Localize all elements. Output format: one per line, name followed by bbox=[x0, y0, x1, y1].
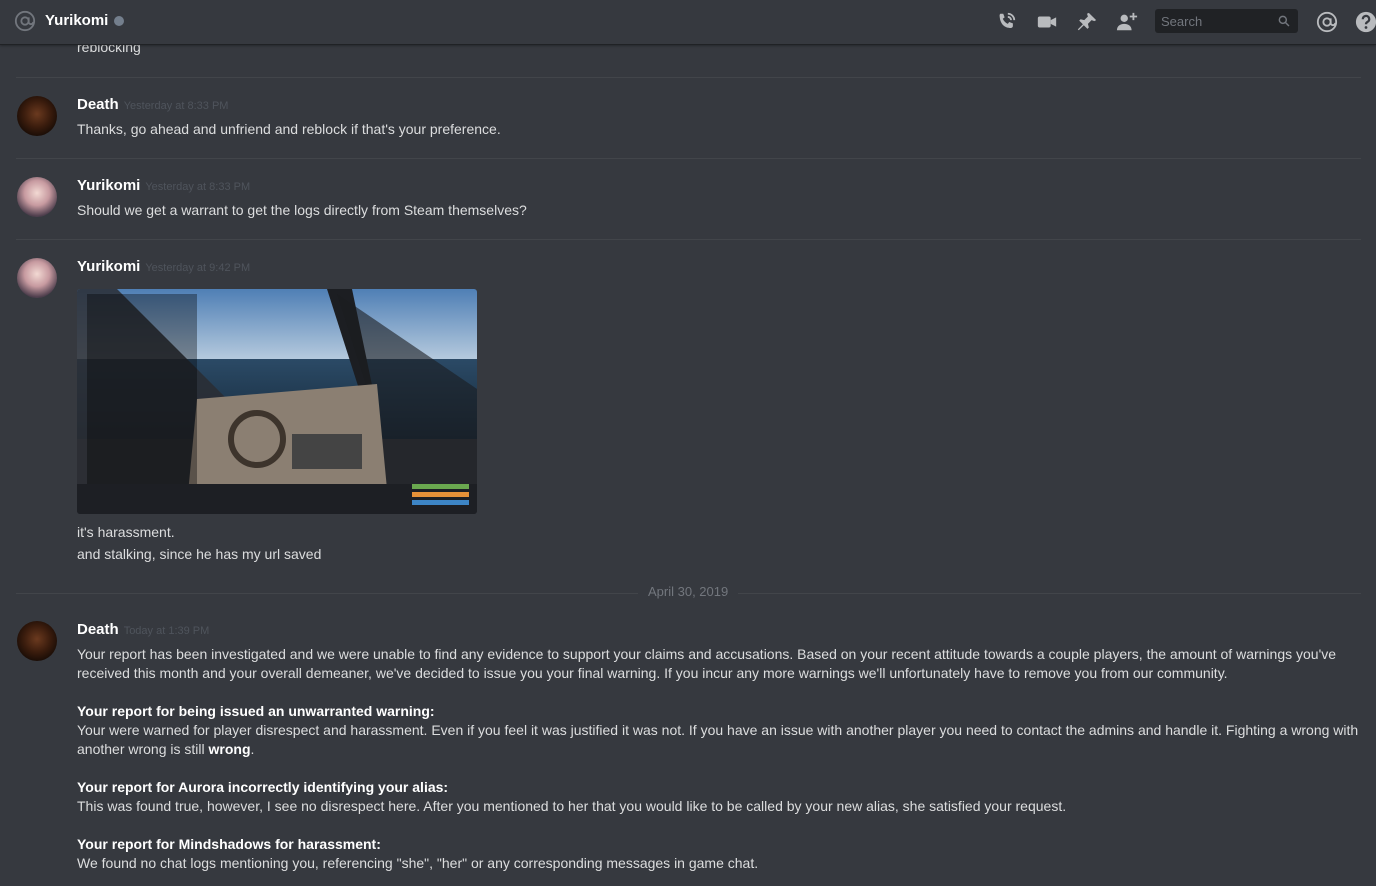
image-attachment[interactable] bbox=[77, 289, 477, 514]
message-divider bbox=[16, 239, 1361, 240]
message-content: Your report has been investigated and we… bbox=[77, 646, 1337, 681]
mentions-icon[interactable] bbox=[1316, 11, 1338, 33]
message-divider bbox=[16, 158, 1361, 159]
timestamp: Yesterday at 8:33 PM bbox=[145, 181, 251, 193]
message-divider bbox=[16, 77, 1361, 78]
timestamp: Yesterday at 8:33 PM bbox=[123, 100, 229, 112]
timestamp: Today at 1:39 PM bbox=[123, 625, 210, 637]
message-section: Your report for Aurora incorrectly ident… bbox=[77, 778, 1367, 816]
channel-header: Yurikomi bbox=[0, 0, 1376, 45]
message-header: Yurikomi Yesterday at 9:42 PM bbox=[77, 258, 250, 278]
section-heading: Your report for being issued an unwarran… bbox=[77, 703, 435, 719]
message-header: Death Yesterday at 8:33 PM bbox=[77, 96, 228, 116]
section-heading: Your report for Aurora incorrectly ident… bbox=[77, 779, 449, 795]
message-content: reblocking bbox=[77, 45, 141, 55]
video-camera-icon[interactable] bbox=[1036, 11, 1058, 33]
avatar[interactable] bbox=[17, 258, 57, 298]
pin-icon[interactable] bbox=[1076, 11, 1098, 33]
status-indicator bbox=[114, 16, 124, 26]
section-body: We found no chat logs mentioning you, re… bbox=[77, 855, 759, 871]
username[interactable]: Death bbox=[77, 96, 119, 113]
at-sign-icon bbox=[14, 10, 36, 32]
message-content: Thanks, go ahead and unfriend and rebloc… bbox=[77, 121, 501, 137]
search-input[interactable] bbox=[1155, 9, 1265, 33]
emphasis-text: wrong bbox=[208, 741, 251, 757]
username[interactable]: Yurikomi bbox=[77, 177, 140, 194]
avatar[interactable] bbox=[17, 96, 57, 136]
avatar[interactable] bbox=[17, 621, 57, 661]
message-header: Yurikomi Yesterday at 8:33 PM bbox=[77, 177, 250, 197]
username[interactable]: Yurikomi bbox=[77, 258, 140, 275]
message-content: and stalking, since he has my url saved bbox=[77, 546, 322, 562]
avatar[interactable] bbox=[17, 177, 57, 217]
section-tail: . bbox=[250, 741, 255, 757]
magnifier-icon[interactable] bbox=[1277, 14, 1291, 28]
message-section: Your report for Mindshadows for harassme… bbox=[77, 835, 1367, 873]
message-section: Your report for being issued an unwarran… bbox=[77, 702, 1367, 759]
section-body: This was found true, however, I see no d… bbox=[77, 798, 1067, 814]
help-icon[interactable] bbox=[1355, 11, 1376, 33]
message-content: it's harassment. bbox=[77, 524, 175, 540]
timestamp: Yesterday at 9:42 PM bbox=[145, 262, 251, 274]
add-friend-icon[interactable] bbox=[1116, 11, 1138, 33]
message-header: Death Today at 1:39 PM bbox=[77, 621, 209, 641]
channel-title: Yurikomi bbox=[45, 12, 109, 29]
section-body: Your were warned for player disrespect a… bbox=[77, 722, 1359, 757]
date-divider-label: April 30, 2019 bbox=[638, 584, 739, 599]
username[interactable]: Death bbox=[77, 621, 119, 638]
message-list[interactable]: reblocking Death Yesterday at 8:33 PM Tha… bbox=[0, 45, 1376, 886]
search-box[interactable] bbox=[1155, 9, 1298, 33]
phone-call-icon[interactable] bbox=[995, 11, 1017, 33]
game-screenshot-image bbox=[77, 289, 477, 514]
section-heading: Your report for Mindshadows for harassme… bbox=[77, 836, 381, 852]
message-content: Should we get a warrant to get the logs … bbox=[77, 202, 527, 218]
